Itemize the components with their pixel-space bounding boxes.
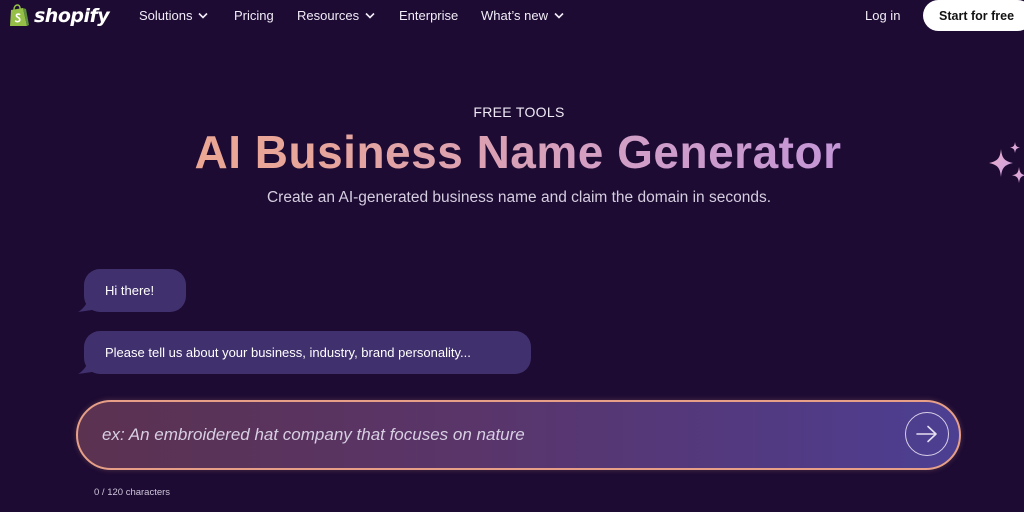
- brand-name: shopify: [34, 5, 110, 27]
- top-nav: shopify Solutions Pricing Resources Ente…: [0, 0, 1024, 32]
- send-button[interactable]: [905, 412, 949, 456]
- chevron-down-icon: [554, 12, 564, 19]
- character-counter: 0 / 120 characters: [94, 487, 171, 498]
- chat-message-text: Hi there!: [105, 283, 155, 298]
- arrow-right-icon: [916, 425, 937, 443]
- shopify-logo[interactable]: shopify: [8, 3, 110, 29]
- chevron-down-icon: [198, 12, 209, 19]
- chat-message-text: Please tell us about your business, indu…: [105, 345, 471, 360]
- nav-item-pricing[interactable]: Pricing: [234, 8, 274, 23]
- login-link[interactable]: Log in: [865, 8, 900, 23]
- nav-item-label: Pricing: [234, 8, 274, 23]
- nav-item-resources[interactable]: Resources: [297, 8, 375, 23]
- hero-eyebrow: FREE TOOLS: [473, 104, 565, 120]
- nav-item-label: Solutions: [139, 8, 193, 23]
- chevron-down-icon: [365, 12, 375, 19]
- nav-item-whats-new[interactable]: What’s new: [481, 8, 564, 23]
- chat-message: Please tell us about your business, indu…: [84, 331, 531, 374]
- nav-item-label: What’s new: [481, 8, 548, 23]
- nav-item-enterprise[interactable]: Enterprise: [399, 8, 458, 23]
- nav-item-solutions[interactable]: Solutions: [139, 8, 209, 23]
- start-for-free-button[interactable]: Start for free: [923, 0, 1024, 31]
- hero-subtitle: Create an AI-generated business name and…: [266, 189, 772, 206]
- sparkles-icon: [989, 142, 1024, 183]
- prompt-input-container: [76, 400, 961, 470]
- business-description-input[interactable]: [102, 402, 892, 468]
- page-title: AI Business Name Generator: [0, 122, 1024, 182]
- chat-message: Hi there!: [84, 269, 186, 312]
- nav-item-label: Resources: [297, 8, 360, 23]
- shopify-bag-icon: [10, 4, 29, 26]
- nav-item-label: Enterprise: [399, 8, 459, 23]
